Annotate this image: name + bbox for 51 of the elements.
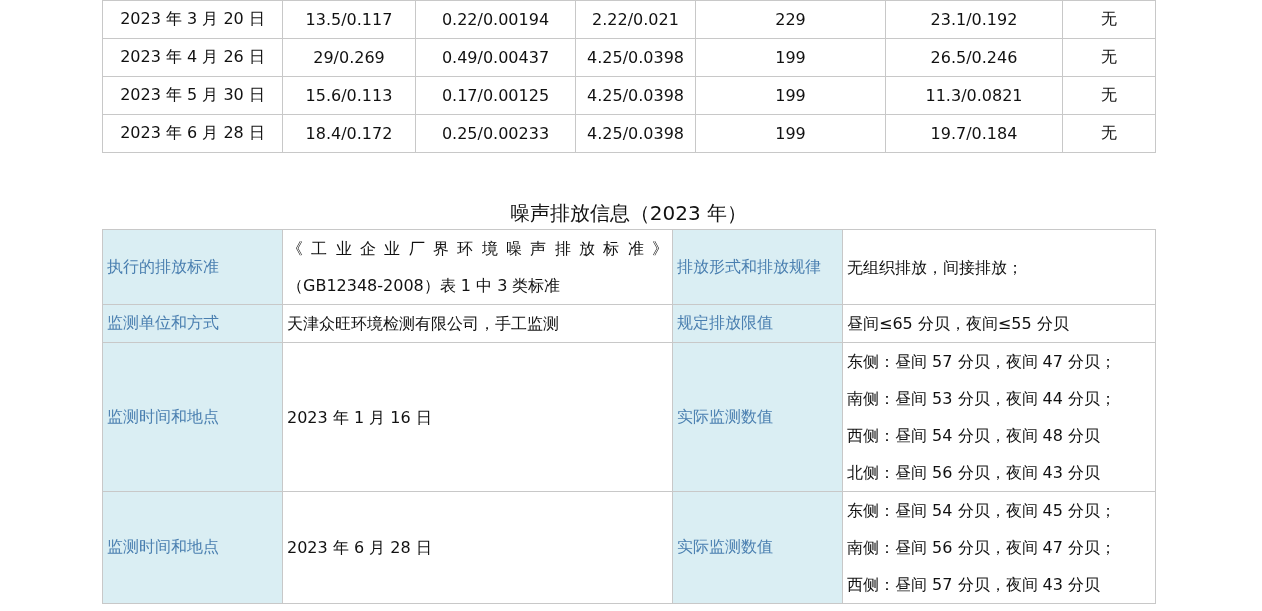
table-cell: 0.17/0.00125 <box>415 76 576 115</box>
table-cell: 无 <box>1062 114 1156 153</box>
row-label: 监测单位和方式 <box>102 304 283 343</box>
table-cell: 2023 年 6 月 28 日 <box>102 114 283 153</box>
cell-text: 南侧：昼间 56 分贝，夜间 47 分贝； <box>847 537 1118 559</box>
cell-text: 西侧：昼间 54 分贝，夜间 48 分贝 <box>847 425 1102 447</box>
table-cell: 无 <box>1062 38 1156 77</box>
cell-text: 南侧：昼间 53 分贝，夜间 44 分贝； <box>847 388 1118 410</box>
table-cell: 0.22/0.00194 <box>415 0 576 39</box>
table-cell: 2023 年 3 月 20 日 <box>102 0 283 39</box>
cell-text: 北侧：昼间 56 分贝，夜间 43 分贝 <box>847 462 1102 484</box>
row-label: 规定排放限值 <box>672 304 843 343</box>
cell-text: 昼间≤65 分贝，夜间≤55 分贝 <box>847 313 1070 335</box>
row-label: 监测时间和地点 <box>102 491 283 604</box>
table-cell: 13.5/0.117 <box>282 0 416 39</box>
table-cell: 2023 年 4 月 26 日 <box>102 38 283 77</box>
table-cell: 0.25/0.00233 <box>415 114 576 153</box>
table-cell: 23.1/0.192 <box>885 0 1063 39</box>
table-cell: 0.49/0.00437 <box>415 38 576 77</box>
table-cell: 18.4/0.172 <box>282 114 416 153</box>
table-cell: 29/0.269 <box>282 38 416 77</box>
table-cell: 无 <box>1062 0 1156 39</box>
table-cell: 199 <box>695 38 886 77</box>
table-cell: 229 <box>695 0 886 39</box>
row-label: 实际监测数值 <box>672 342 843 492</box>
table-cell: 4.25/0.0398 <box>575 38 696 77</box>
row-label: 排放形式和排放规律 <box>672 229 843 305</box>
table-cell: 11.3/0.0821 <box>885 76 1063 115</box>
cell-text: 《工业企业厂界环境噪声排放标准》 <box>287 238 668 260</box>
cell-text: 无组织排放，间接排放； <box>847 256 1024 279</box>
cell-text: （GB12348-2008）表 1 中 3 类标准 <box>287 275 562 297</box>
row-label: 监测时间和地点 <box>102 342 283 492</box>
table-cell: 4.25/0.0398 <box>575 114 696 153</box>
cell-text: 2023 年 6 月 28 日 <box>287 537 433 559</box>
table-cell: 2023 年 5 月 30 日 <box>102 76 283 115</box>
section-title: 噪声排放信息（2023 年） <box>508 200 749 227</box>
table-cell: 19.7/0.184 <box>885 114 1063 153</box>
cell-text: 东侧：昼间 54 分贝，夜间 45 分贝； <box>847 500 1118 522</box>
table-cell: 4.25/0.0398 <box>575 76 696 115</box>
table-cell: 26.5/0.246 <box>885 38 1063 77</box>
cell-text: 东侧：昼间 57 分贝，夜间 47 分贝； <box>847 351 1118 373</box>
table-cell: 15.6/0.113 <box>282 76 416 115</box>
table-cell: 无 <box>1062 76 1156 115</box>
table-cell: 199 <box>695 114 886 153</box>
row-label: 执行的排放标准 <box>102 229 283 305</box>
cell-text: 2023 年 1 月 16 日 <box>287 406 433 429</box>
cell-text: 西侧：昼间 57 分贝，夜间 43 分贝 <box>847 574 1102 596</box>
cell-text: 天津众旺环境检测有限公司，手工监测 <box>287 313 560 335</box>
row-label: 实际监测数值 <box>672 491 843 604</box>
table-cell: 199 <box>695 76 886 115</box>
table-cell: 2.22/0.021 <box>575 0 696 39</box>
